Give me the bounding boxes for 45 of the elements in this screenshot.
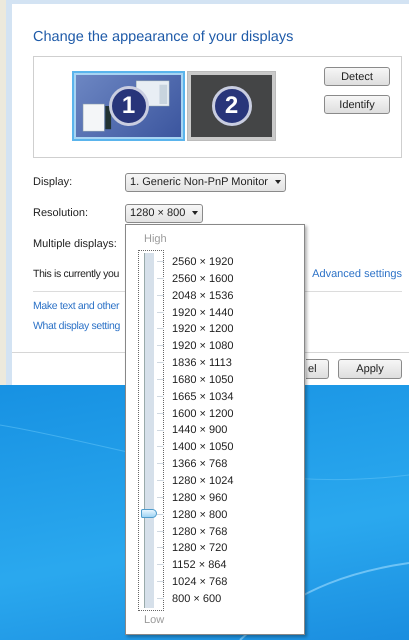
resolution-option[interactable]: 1836 × 1113	[172, 355, 234, 372]
page-heading: Change the appearance of your displays	[33, 29, 294, 47]
resolution-option[interactable]: 1280 × 960	[172, 490, 234, 507]
settings-link[interactable]: What display setting	[33, 320, 120, 332]
high-label: High	[144, 233, 167, 247]
resolution-option[interactable]: 1024 × 768	[172, 574, 234, 591]
resolution-option[interactable]: 1366 × 768	[172, 456, 234, 473]
monitor-thumbnail[interactable]: 2	[187, 71, 276, 141]
resolution-option[interactable]: 1920 × 1200	[172, 321, 234, 338]
footer-button[interactable]: Apply	[338, 359, 402, 379]
resolution-option[interactable]: 1280 × 720	[172, 540, 234, 558]
advanced-settings-link[interactable]: Advanced settings	[312, 268, 402, 284]
footer-button[interactable]: el	[306, 359, 329, 379]
dropdown-field[interactable]: 1280 × 800	[125, 204, 204, 222]
side-button[interactable]: Identify	[324, 95, 390, 114]
settings-link[interactable]: Make text and other	[33, 300, 120, 312]
resolution-option[interactable]: 1920 × 1440	[172, 304, 234, 322]
resolution-option[interactable]: 1280 × 1024	[172, 472, 234, 490]
resolution-option[interactable]: 1400 × 1050	[172, 439, 234, 456]
field-label: Resolution:	[33, 207, 90, 219]
resolution-option[interactable]: 1280 × 768	[172, 524, 234, 540]
resolution-option[interactable]: 2560 × 1920	[172, 254, 234, 271]
dropdown-field[interactable]: 1. Generic Non-PnP Monitor	[125, 172, 286, 192]
resolution-option[interactable]: 2048 × 1536	[172, 288, 234, 305]
resolution-option[interactable]: 1440 × 900	[172, 422, 234, 440]
monitor-number: 2	[212, 86, 252, 126]
monitor-thumbnail[interactable]: 1	[72, 71, 185, 141]
field-label: Display:	[33, 176, 74, 188]
resolution-slider[interactable]	[138, 250, 164, 611]
resolution-option[interactable]: 1600 × 1200	[172, 406, 234, 422]
caret-icon	[274, 180, 281, 184]
side-button[interactable]: Detect	[324, 67, 390, 86]
monitor-number: 1	[108, 86, 148, 126]
caret-icon	[192, 211, 198, 215]
resolution-option[interactable]: 1680 × 1050	[172, 372, 234, 389]
low-label: Low	[144, 614, 164, 628]
slider-thumb[interactable]	[141, 508, 157, 518]
resolution-option[interactable]: 1280 × 800	[172, 506, 234, 524]
field-label: Multiple displays:	[33, 238, 118, 250]
resolution-option[interactable]: 1665 × 1034	[172, 388, 234, 406]
resolution-option[interactable]: 800 × 600	[172, 590, 234, 608]
resolution-option[interactable]: 2560 × 1600	[172, 270, 234, 288]
resolution-option[interactable]: 1920 × 1080	[172, 338, 234, 356]
status-text: This is currently you	[33, 268, 120, 282]
resolution-option[interactable]: 1152 × 864	[172, 557, 234, 574]
